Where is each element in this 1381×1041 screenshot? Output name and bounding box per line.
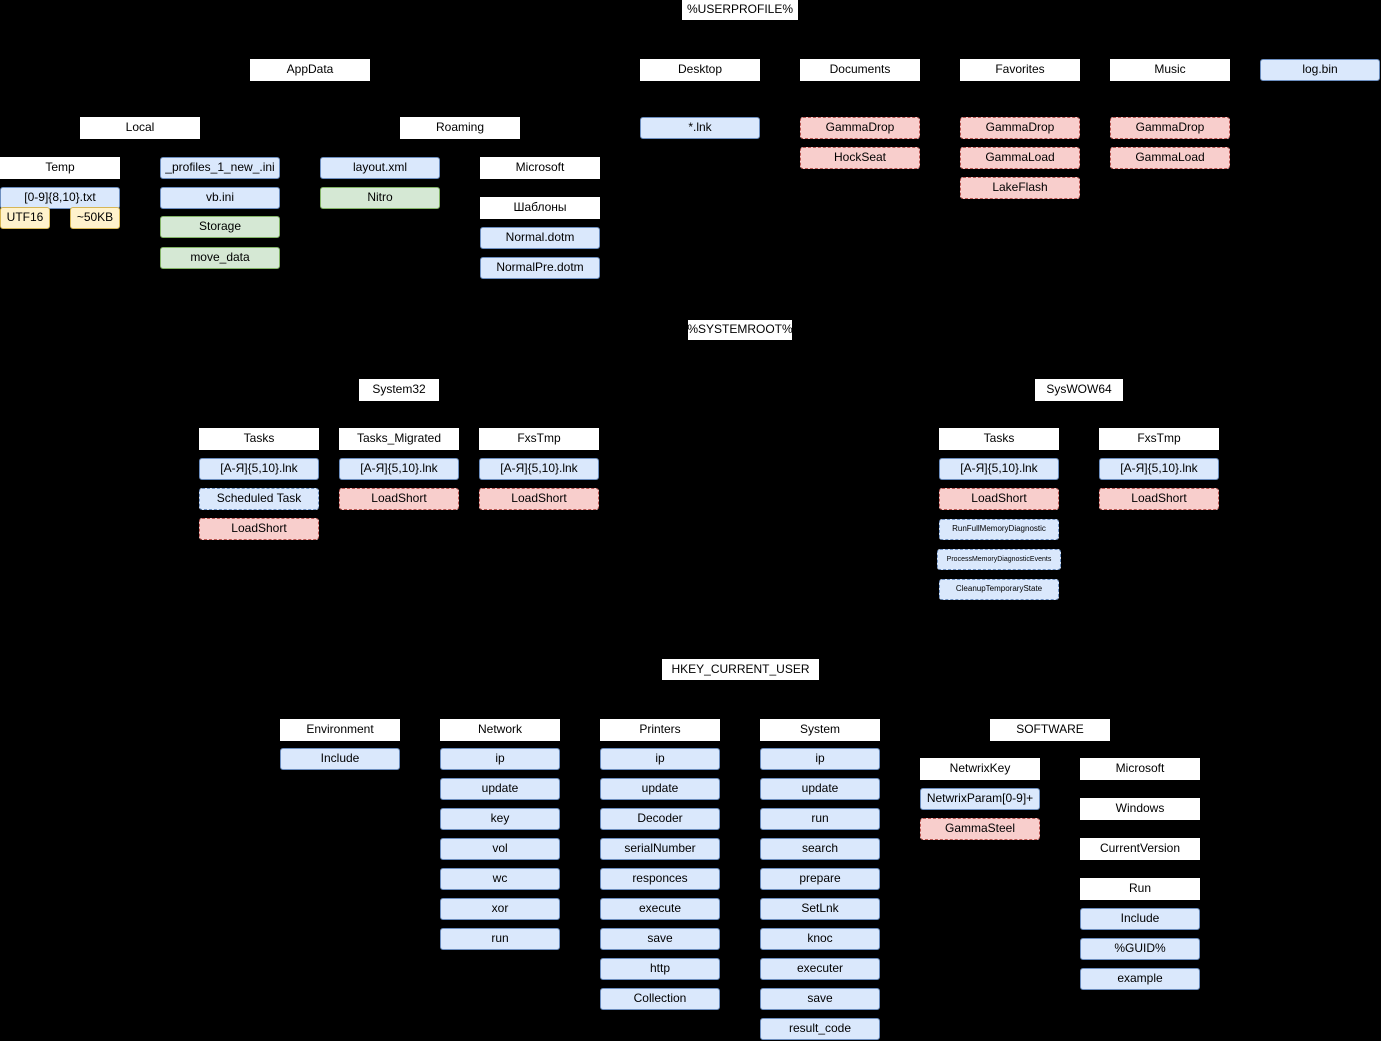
- node-vb-ini: vb.ini: [160, 187, 280, 209]
- node-gammasteel: GammaSteel: [920, 818, 1040, 840]
- node-sw-tasks-lnk: [A-Я]{5,10}.lnk: [939, 458, 1059, 480]
- node-system: System: [760, 719, 880, 741]
- node-s32-tm-loadshort: LoadShort: [339, 488, 459, 510]
- node-system-value: run: [760, 808, 880, 830]
- node-temp: Temp: [0, 157, 120, 179]
- node-favorites-lakeflash: LakeFlash: [960, 177, 1080, 199]
- node-printers-value: update: [600, 778, 720, 800]
- node-storage: Storage: [160, 216, 280, 238]
- node-system-value: update: [760, 778, 880, 800]
- node-sw-runfullmemorydiagnostic: RunFullMemoryDiagnostic: [939, 519, 1059, 540]
- node-documents: Documents: [800, 59, 920, 81]
- node-sw-tasks: Tasks: [939, 428, 1059, 450]
- node-profiles-ini: _profiles_1_new_.ini: [160, 157, 280, 179]
- node-nitro: Nitro: [320, 187, 440, 209]
- node-favorites-gammadrop: GammaDrop: [960, 117, 1080, 139]
- node-s32-tasks-migrated: Tasks_Migrated: [339, 428, 459, 450]
- diagram-canvas: %USERPROFILE% AppData Local Roaming Temp…: [0, 0, 1381, 1041]
- node-printers-value: ip: [600, 748, 720, 770]
- node-sw-fxstmp: FxsTmp: [1099, 428, 1219, 450]
- node-network-value: update: [440, 778, 560, 800]
- node-windows: Windows: [1080, 798, 1200, 820]
- node-printers-value: serialNumber: [600, 838, 720, 860]
- node-desktop-lnk: *.lnk: [640, 117, 760, 139]
- node-normalpre-dotm: NormalPre.dotm: [480, 257, 600, 279]
- root-hkcu: HKEY_CURRENT_USER: [662, 659, 819, 680]
- node-documents-gammadrop: GammaDrop: [800, 117, 920, 139]
- node-favorites-gammaload: GammaLoad: [960, 147, 1080, 169]
- node-documents-hockseat: HockSeat: [800, 147, 920, 169]
- node-printers: Printers: [600, 719, 720, 741]
- node-temp-encoding: UTF16: [0, 207, 50, 229]
- node-run-guid: %GUID%: [1080, 938, 1200, 960]
- node-network-value: vol: [440, 838, 560, 860]
- node-network-value: key: [440, 808, 560, 830]
- node-sw-cleanuptemporarystate: CleanupTemporaryState: [939, 579, 1059, 600]
- node-printers-value: responces: [600, 868, 720, 890]
- node-system-value: search: [760, 838, 880, 860]
- node-roaming-microsoft: Microsoft: [480, 157, 600, 179]
- node-s32-tasks: Tasks: [199, 428, 319, 450]
- node-sw-fx-loadshort: LoadShort: [1099, 488, 1219, 510]
- node-network-value: ip: [440, 748, 560, 770]
- node-s32-fxstmp: FxsTmp: [479, 428, 599, 450]
- node-software: SOFTWARE: [990, 719, 1110, 741]
- node-move-data: move_data: [160, 247, 280, 269]
- node-network-value: run: [440, 928, 560, 950]
- node-printers-value: execute: [600, 898, 720, 920]
- node-s32-fx-loadshort: LoadShort: [479, 488, 599, 510]
- node-system-value: save: [760, 988, 880, 1010]
- node-favorites: Favorites: [960, 59, 1080, 81]
- node-s32-tasks-lnk: [A-Я]{5,10}.lnk: [199, 458, 319, 480]
- node-s32-fx-lnk: [A-Я]{5,10}.lnk: [479, 458, 599, 480]
- node-run: Run: [1080, 878, 1200, 900]
- node-printers-value: Decoder: [600, 808, 720, 830]
- node-system-value: SetLnk: [760, 898, 880, 920]
- node-microsoft: Microsoft: [1080, 758, 1200, 780]
- node-temp-file: [0-9]{8,10}.txt: [0, 187, 120, 209]
- node-temp-size: ~50KB: [70, 207, 120, 229]
- node-network-value: wc: [440, 868, 560, 890]
- node-desktop: Desktop: [640, 59, 760, 81]
- node-netwrixparam: NetwrixParam[0-9]+: [920, 788, 1040, 810]
- node-system-value: ip: [760, 748, 880, 770]
- node-system-value: result_code: [760, 1018, 880, 1040]
- node-syswow64: SysWOW64: [1035, 379, 1123, 401]
- node-s32-tasks-loadshort: LoadShort: [199, 518, 319, 540]
- node-layout-xml: layout.xml: [320, 157, 440, 179]
- node-sw-tasks-loadshort: LoadShort: [939, 488, 1059, 510]
- node-environment: Environment: [280, 719, 400, 741]
- node-printers-value: save: [600, 928, 720, 950]
- node-printers-value: http: [600, 958, 720, 980]
- node-roaming: Roaming: [400, 117, 520, 139]
- node-appdata: AppData: [250, 59, 370, 81]
- node-normal-dotm: Normal.dotm: [480, 227, 600, 249]
- node-system-value: executer: [760, 958, 880, 980]
- root-systemroot: %SYSTEMROOT%: [688, 320, 792, 340]
- node-music-gammadrop: GammaDrop: [1110, 117, 1230, 139]
- node-templates: Шаблоны: [480, 197, 600, 219]
- node-sw-fx-lnk: [A-Я]{5,10}.lnk: [1099, 458, 1219, 480]
- node-netwrixkey: NetwrixKey: [920, 758, 1040, 780]
- node-log-bin: log.bin: [1260, 59, 1380, 81]
- node-run-example: example: [1080, 968, 1200, 990]
- node-run-include: Include: [1080, 908, 1200, 930]
- node-system-value: knoc: [760, 928, 880, 950]
- node-system32: System32: [359, 379, 439, 401]
- node-local: Local: [80, 117, 200, 139]
- root-userprofile: %USERPROFILE%: [682, 0, 798, 20]
- node-printers-value: Collection: [600, 988, 720, 1010]
- node-sw-processmemorydiagnosticevents: ProcessMemoryDiagnosticEvents: [937, 549, 1061, 570]
- node-currentversion: CurrentVersion: [1080, 838, 1200, 860]
- node-network-value: xor: [440, 898, 560, 920]
- node-music: Music: [1110, 59, 1230, 81]
- node-music-gammaload: GammaLoad: [1110, 147, 1230, 169]
- node-env-include: Include: [280, 748, 400, 770]
- node-system-value: prepare: [760, 868, 880, 890]
- node-s32-tm-lnk: [A-Я]{5,10}.lnk: [339, 458, 459, 480]
- node-network: Network: [440, 719, 560, 741]
- node-s32-scheduled-task: Scheduled Task: [199, 488, 319, 510]
